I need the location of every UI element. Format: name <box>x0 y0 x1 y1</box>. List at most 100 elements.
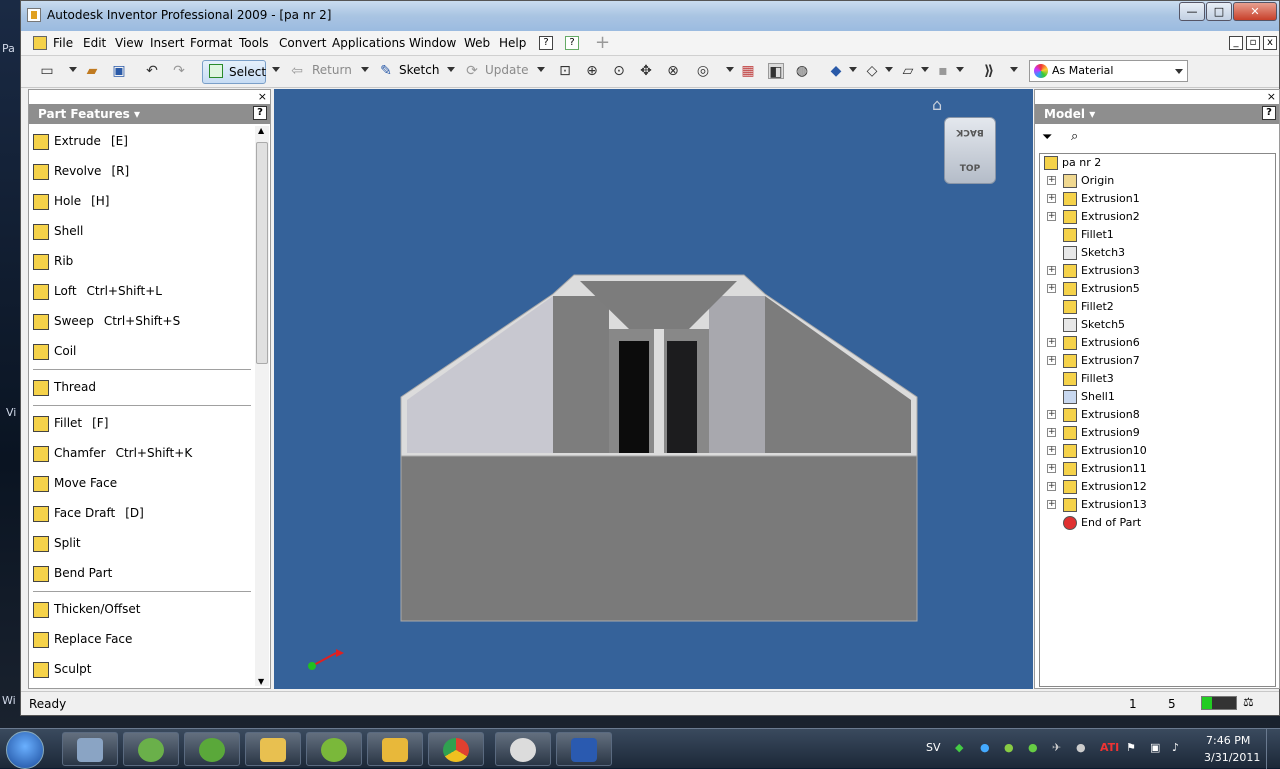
taskbar-item-computer[interactable] <box>62 732 118 766</box>
chevron-down-icon[interactable] <box>956 67 964 72</box>
viewcube[interactable]: BACK TOP <box>944 117 996 184</box>
new-icon[interactable]: ▭ <box>39 63 55 79</box>
title-bar[interactable]: Autodesk Inventor Professional 2009 - [p… <box>21 1 1279 31</box>
menu-file[interactable]: File <box>53 36 73 50</box>
expand-icon[interactable]: + <box>1047 176 1056 185</box>
help-icon[interactable]: ? <box>253 106 267 120</box>
return-button[interactable]: Return <box>312 63 352 77</box>
chevron-down-icon[interactable] <box>69 67 77 72</box>
tree-root[interactable]: pa nr 2 <box>1044 154 1101 172</box>
feature-extrude[interactable]: Extrude [E] <box>33 130 128 152</box>
language-indicator[interactable]: SV <box>926 741 941 754</box>
panel-header[interactable]: Part Features ▾ ? <box>29 104 270 124</box>
graphics-viewport[interactable]: ⌂ BACK TOP <box>274 89 1033 689</box>
filter-icon[interactable]: ⏷ <box>1042 130 1052 145</box>
tree-item[interactable]: + Extrusion3 <box>1047 262 1140 280</box>
tree-item[interactable]: + Extrusion2 <box>1047 208 1140 226</box>
feature-split[interactable]: Split <box>33 532 81 554</box>
scrollbar-thumb[interactable] <box>256 142 268 364</box>
zoom-icon[interactable]: ⊙ <box>611 63 627 79</box>
tree-item[interactable]: + Extrusion12 <box>1047 478 1147 496</box>
app-icon[interactable] <box>27 8 41 22</box>
taskbar-item-messenger[interactable] <box>123 732 179 766</box>
expand-icon[interactable]: + <box>1047 194 1056 203</box>
taskbar-item-itunes[interactable] <box>495 732 551 766</box>
feature-face-draft[interactable]: Face Draft [D] <box>33 502 144 524</box>
taskbar-item-spotify[interactable] <box>306 732 362 766</box>
open-icon[interactable]: ▰ <box>84 63 100 79</box>
menu-edit[interactable]: Edit <box>83 36 106 50</box>
feature-hole[interactable]: Hole [H] <box>33 190 109 212</box>
expand-icon[interactable]: + <box>1047 212 1056 221</box>
feature-move-face[interactable]: Move Face <box>33 472 117 494</box>
tree-item[interactable]: End of Part <box>1063 514 1141 532</box>
action-center-icon[interactable]: ⚑ <box>1126 741 1136 754</box>
tray-icon[interactable]: ◆ <box>955 741 963 754</box>
ground-shadow-icon[interactable]: ◍ <box>794 63 810 79</box>
expand-icon[interactable]: + <box>1047 428 1056 437</box>
orthographic-icon[interactable]: ◆ <box>828 63 844 79</box>
tree-item[interactable]: + Extrusion11 <box>1047 460 1147 478</box>
doc-close-button[interactable]: x <box>1263 36 1277 50</box>
scroll-up-icon[interactable]: ▲ <box>258 126 264 135</box>
menu-insert[interactable]: Insert <box>150 36 184 50</box>
expand-icon[interactable]: + <box>1047 410 1056 419</box>
shaded-display-icon[interactable]: ◧ <box>768 63 784 80</box>
status-tool-icon[interactable]: ⚖ <box>1243 695 1254 709</box>
chevron-down-icon[interactable] <box>537 67 545 72</box>
feature-shell[interactable]: Shell <box>33 220 83 242</box>
chevron-down-icon[interactable] <box>849 67 857 72</box>
tree-item[interactable]: + Extrusion1 <box>1047 190 1140 208</box>
chevron-down-icon[interactable] <box>885 67 893 72</box>
tree-item[interactable]: Sketch5 <box>1063 316 1125 334</box>
feature-rib[interactable]: Rib <box>33 250 73 272</box>
menu-help[interactable]: Help <box>499 36 526 50</box>
chevron-down-icon[interactable] <box>1175 69 1183 74</box>
zoom-window-icon[interactable]: ⊕ <box>584 63 600 79</box>
component-icon[interactable]: ▪ <box>935 63 951 79</box>
doc-restore-button[interactable]: ▫ <box>1246 36 1260 50</box>
taskbar-item-chrome[interactable] <box>428 732 484 766</box>
taskbar-item-inventor[interactable] <box>367 732 423 766</box>
menu-view[interactable]: View <box>115 36 143 50</box>
feature-sculpt[interactable]: Sculpt <box>33 658 91 680</box>
part-model[interactable] <box>400 274 918 622</box>
start-button[interactable] <box>6 731 44 769</box>
tree-item[interactable]: Sketch3 <box>1063 244 1125 262</box>
panel-close-icon[interactable]: × <box>1267 90 1276 103</box>
feature-bend-part[interactable]: Bend Part <box>33 562 112 584</box>
tree-item[interactable]: + Extrusion6 <box>1047 334 1140 352</box>
feature-thread[interactable]: Thread <box>33 376 96 398</box>
volume-icon[interactable]: ♪ <box>1172 741 1179 754</box>
doc-minimize-button[interactable]: _ <box>1229 36 1243 50</box>
feature-replace-face[interactable]: Replace Face <box>33 628 132 650</box>
taskbar-item-word[interactable] <box>556 732 612 766</box>
feature-chamfer[interactable]: Chamfer Ctrl+Shift+K <box>33 442 192 464</box>
panel-header[interactable]: Model ▾ ? <box>1035 104 1279 124</box>
tree-item[interactable]: + Extrusion7 <box>1047 352 1140 370</box>
feature-coil[interactable]: Coil <box>33 340 76 362</box>
sketch-button[interactable]: Sketch <box>399 63 439 77</box>
tree-item[interactable]: Shell1 <box>1063 388 1115 406</box>
clock-time[interactable]: 7:46 PM <box>1206 734 1250 747</box>
close-button[interactable]: ✕ <box>1233 2 1277 21</box>
orbit-icon[interactable]: ◎ <box>695 63 711 79</box>
expand-icon[interactable]: + <box>1047 464 1056 473</box>
chevron-down-icon[interactable] <box>361 67 369 72</box>
material-select[interactable]: As Material <box>1029 60 1188 82</box>
scroll-down-icon[interactable]: ▼ <box>258 677 264 686</box>
home-view-icon[interactable]: ⌂ <box>932 95 942 114</box>
network-icon[interactable]: ▣ <box>1150 741 1160 754</box>
expand-icon[interactable]: + <box>1047 446 1056 455</box>
document-icon[interactable] <box>33 36 47 50</box>
expand-icon[interactable]: + <box>1047 356 1056 365</box>
find-icon[interactable]: ⌕ <box>1071 129 1078 144</box>
menu-convert[interactable]: Convert <box>279 36 326 50</box>
look-at-icon[interactable]: ▦ <box>740 63 756 79</box>
pan-icon[interactable]: ✥ <box>638 63 654 79</box>
tree-item[interactable]: + Origin <box>1047 172 1114 190</box>
tray-icon[interactable]: ✈ <box>1052 741 1061 754</box>
tree-item[interactable]: + Extrusion5 <box>1047 280 1140 298</box>
expand-icon[interactable]: + <box>1047 482 1056 491</box>
add-icon[interactable]: + <box>595 32 610 53</box>
